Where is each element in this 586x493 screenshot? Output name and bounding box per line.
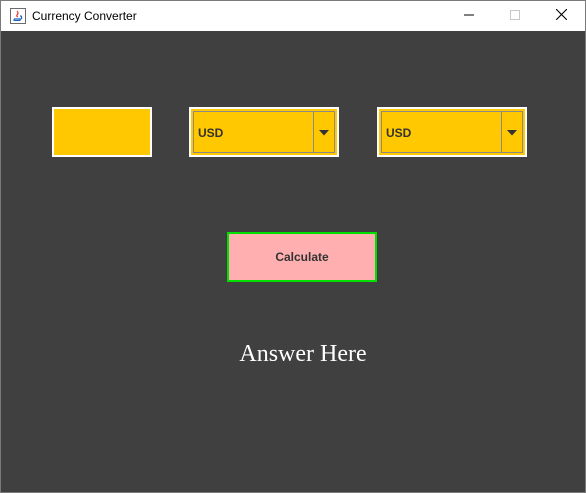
- from-currency-dropdown-button[interactable]: [313, 112, 334, 152]
- to-currency-select[interactable]: USD: [377, 107, 527, 157]
- close-icon: [555, 7, 567, 25]
- chevron-down-icon: [319, 123, 329, 141]
- minimize-icon: [464, 7, 474, 25]
- result-label: Answer Here: [239, 341, 367, 367]
- from-currency-field[interactable]: USD: [193, 111, 335, 153]
- app-window: Currency Converter USD USD Calculate Ans…: [0, 0, 586, 493]
- to-currency-dropdown-button[interactable]: [501, 112, 522, 152]
- converter-panel: USD USD Calculate Answer Here: [1, 31, 585, 492]
- close-button[interactable]: [538, 1, 584, 31]
- java-app-icon: [10, 8, 26, 24]
- title-bar[interactable]: Currency Converter: [1, 1, 585, 31]
- calculate-button[interactable]: Calculate: [227, 232, 377, 282]
- minimize-button[interactable]: [446, 1, 492, 31]
- to-currency-value: USD: [386, 126, 412, 140]
- amount-input[interactable]: [52, 107, 152, 157]
- maximize-icon: [510, 7, 520, 25]
- maximize-button[interactable]: [492, 1, 538, 31]
- from-currency-select[interactable]: USD: [189, 107, 339, 157]
- to-currency-field[interactable]: USD: [381, 111, 523, 153]
- window-title: Currency Converter: [32, 9, 137, 23]
- chevron-down-icon: [507, 123, 517, 141]
- from-currency-value: USD: [198, 126, 224, 140]
